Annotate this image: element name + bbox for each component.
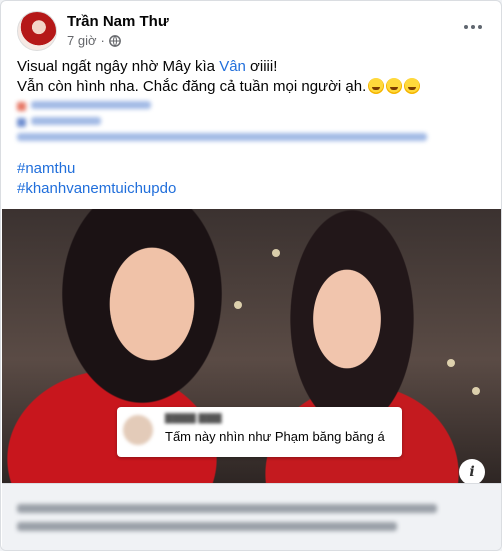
- laughing-emoji-icon: [368, 78, 385, 94]
- blurred-credits: [17, 98, 447, 148]
- post-meta: 7 giờ ·: [67, 33, 121, 48]
- author-name[interactable]: Trần Nam Thư: [67, 13, 169, 30]
- post-time[interactable]: 7 giờ: [67, 33, 97, 48]
- bokeh-light: [234, 301, 242, 309]
- globe-icon: [108, 34, 121, 47]
- blurred-line: [17, 130, 447, 146]
- emoji-group: [368, 78, 421, 94]
- blurred-line: [17, 114, 447, 130]
- comment-avatar: [123, 415, 153, 445]
- post-text-line-1: Visual ngất ngây nhờ Mây kìa Vân ơiiii!: [17, 57, 487, 77]
- text-segment: Visual ngất ngây nhờ Mây kìa: [17, 58, 220, 75]
- meta-separator: ·: [100, 33, 105, 48]
- post-header: Trần Nam Thư 7 giờ ·: [17, 11, 487, 51]
- info-icon[interactable]: i: [459, 459, 485, 483]
- bokeh-light: [472, 387, 480, 395]
- tagged-user-link[interactable]: Vân: [219, 58, 246, 75]
- laughing-emoji-icon: [404, 78, 421, 94]
- comment-text: Tấm này nhìn như Phạm băng băng á: [165, 429, 385, 444]
- comment-author-blurred: ▇▇▇▇ ▇▇▇: [165, 413, 222, 424]
- text-segment: ơiiii!: [245, 58, 278, 75]
- blurred-caption-text: [17, 500, 457, 536]
- hashtag-link[interactable]: #khanhvanemtuichupdo: [17, 179, 176, 199]
- more-options-icon[interactable]: [459, 17, 487, 37]
- hashtag-list: #namthu #khanhvanemtuichupdo: [17, 159, 176, 199]
- post-text-line-2: Vẫn còn hình nha. Chắc đăng cả tuần mọi …: [17, 77, 487, 97]
- facebook-post: Trần Nam Thư 7 giờ · Visual ngất ngây nh…: [0, 0, 502, 551]
- bokeh-light: [447, 359, 455, 367]
- laughing-emoji-icon: [386, 78, 403, 94]
- blurred-line: [17, 98, 447, 114]
- blurred-caption: [2, 483, 501, 550]
- text-segment: Vẫn còn hình nha. Chắc đăng cả tuần mọi …: [17, 78, 367, 95]
- hashtag-link[interactable]: #namthu: [17, 159, 176, 179]
- post-photo[interactable]: ▇▇▇▇ ▇▇▇ Tấm này nhìn như Phạm băng băng…: [2, 209, 501, 483]
- bokeh-light: [272, 249, 280, 257]
- embedded-comment: ▇▇▇▇ ▇▇▇ Tấm này nhìn như Phạm băng băng…: [117, 407, 402, 457]
- author-avatar[interactable]: [17, 11, 57, 51]
- post-text: Visual ngất ngây nhờ Mây kìa Vân ơiiii! …: [17, 57, 487, 97]
